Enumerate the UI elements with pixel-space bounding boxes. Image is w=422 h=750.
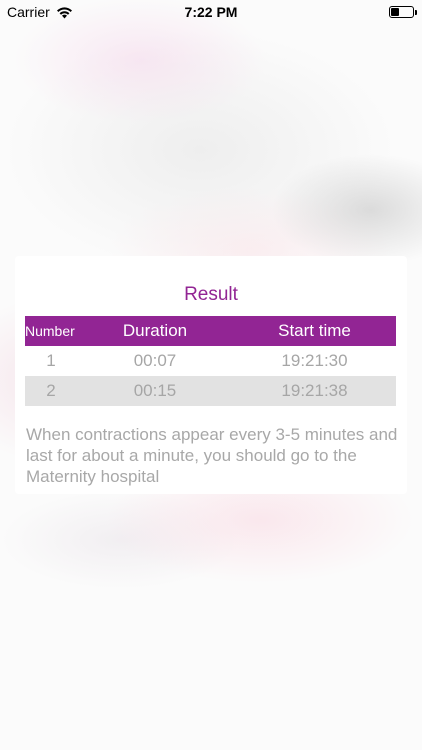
cell-start-time: 19:21:38: [281, 381, 348, 400]
wifi-icon: [56, 6, 72, 18]
column-header-number: Number: [25, 323, 75, 339]
carrier-label: Carrier: [7, 4, 50, 20]
advice-note: When contractions appear every 3-5 minut…: [26, 425, 398, 486]
cell-duration: 00:07: [133, 351, 177, 370]
column-header-start-time: Start time: [278, 321, 351, 340]
status-bar: Carrier 7:22 PM: [0, 0, 422, 24]
table-row: 2 00:15 19:21:38: [25, 376, 396, 406]
table-row: 1 00:07 19:21:30: [25, 346, 396, 376]
cell-duration: 00:15: [133, 381, 177, 400]
contractions-table: Number Duration Start time 1 00:07 19:21…: [25, 316, 396, 406]
table-header: Number Duration Start time: [25, 316, 396, 346]
result-title: Result: [184, 284, 238, 305]
cell-number: 1: [46, 351, 56, 370]
column-header-duration: Duration: [122, 321, 188, 340]
battery-level: [391, 8, 400, 16]
result-card: Result Number Duration Start time 1 00:0…: [15, 256, 407, 494]
cell-start-time: 19:21:30: [281, 351, 348, 370]
battery-icon: [389, 6, 417, 18]
cell-number: 2: [46, 381, 56, 400]
